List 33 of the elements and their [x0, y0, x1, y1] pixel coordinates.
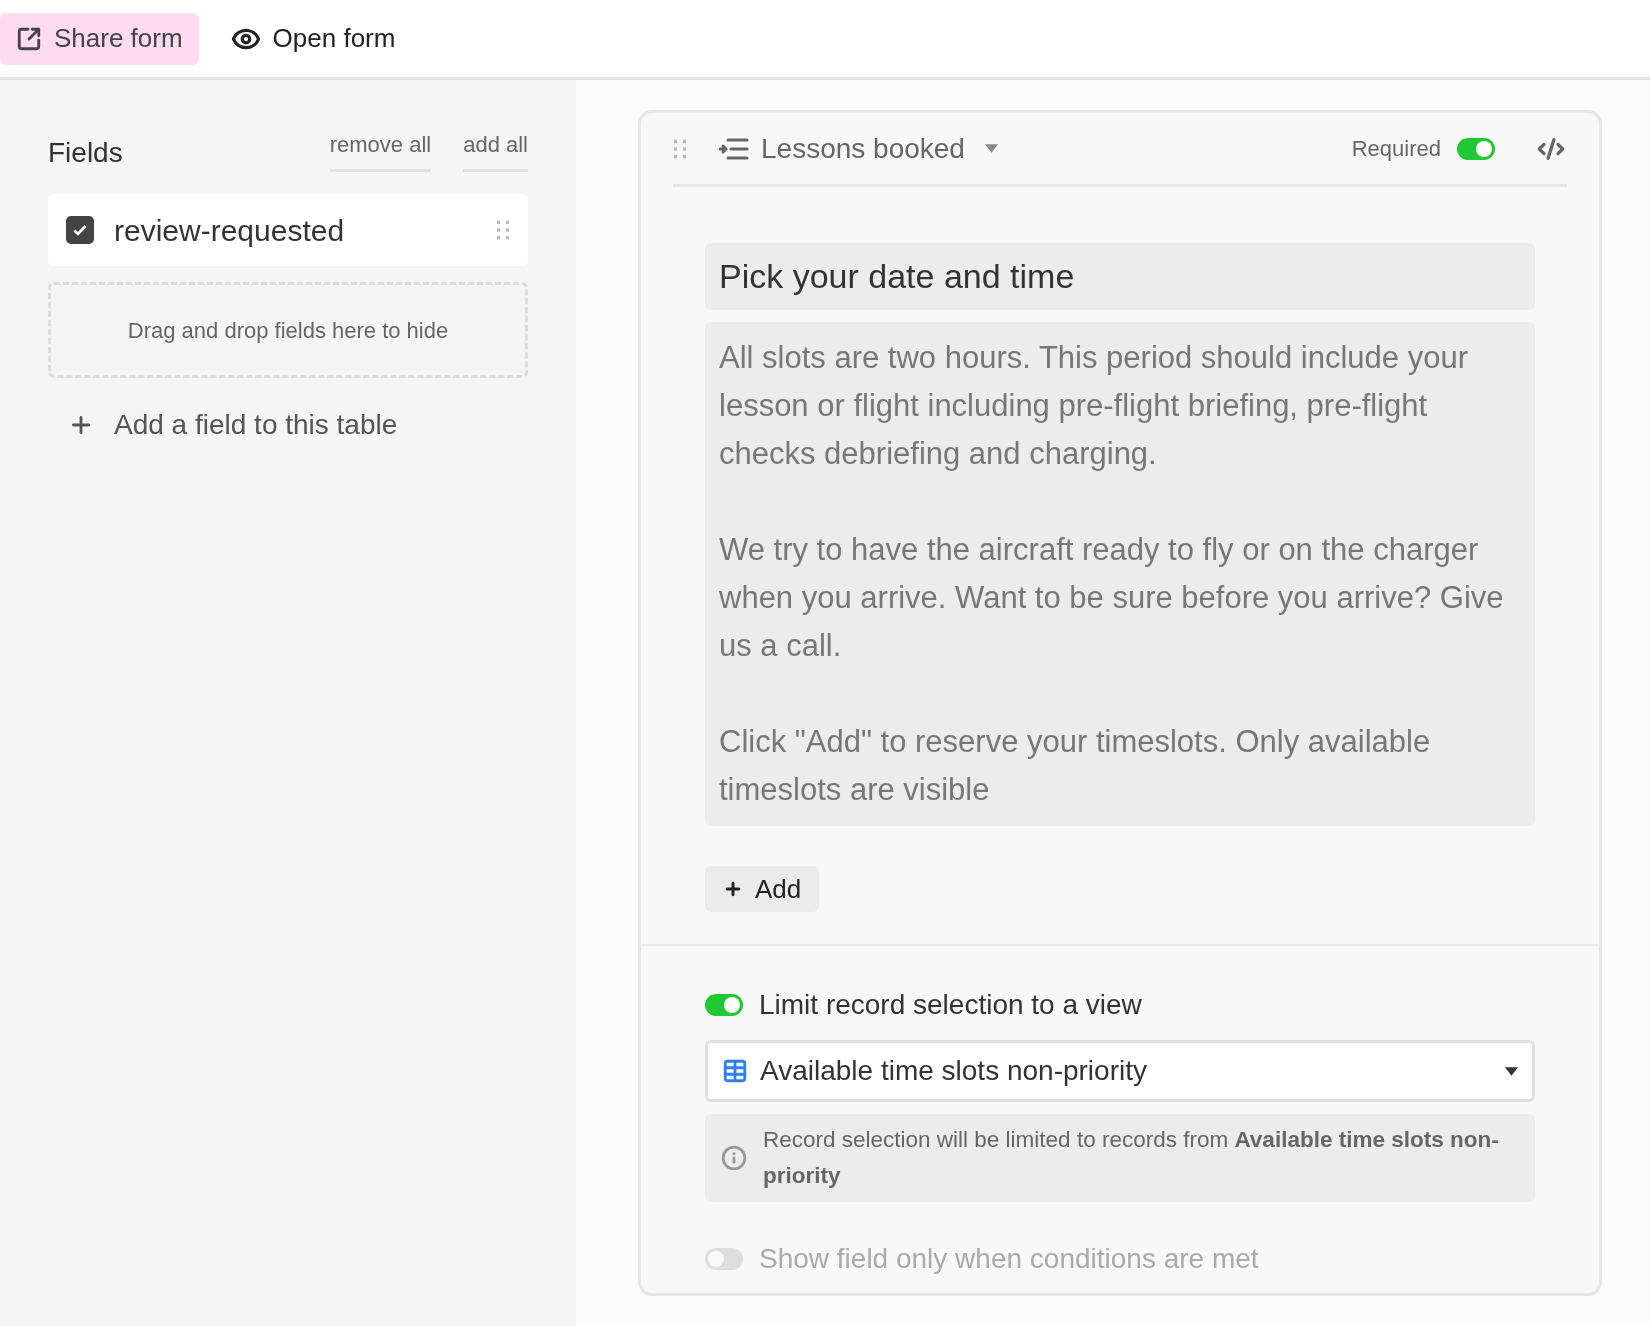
- option-label: Limit record selection to a view: [759, 988, 1142, 1022]
- share-form-button[interactable]: Share form: [0, 12, 199, 65]
- field-label: review-requested: [114, 212, 346, 249]
- description-paragraph: Click "Add" to reserve your timeslots. Only available timeslots are visible: [719, 723, 1432, 809]
- option-label: Show field only when conditions are met: [759, 1242, 1259, 1276]
- add-field-button[interactable]: Add a field to this table: [48, 404, 528, 446]
- description-paragraph: We try to have the aircraft ready to fly or on the charger when you arrive. Want to be sure before you arrive? Give us a call.: [719, 531, 1505, 665]
- view-select[interactable]: Available time slots non-priority: [705, 1040, 1535, 1102]
- field-row[interactable]: review-requested: [48, 194, 528, 266]
- add-button[interactable]: Add: [705, 866, 820, 912]
- list-icon: [719, 136, 749, 161]
- required-label: Required: [1351, 135, 1441, 163]
- drag-handle-icon[interactable]: [673, 137, 687, 160]
- toggle-switch[interactable]: [1457, 137, 1495, 160]
- field-action-link[interactable]: add all: [463, 128, 528, 172]
- fields-heading: Fields: [48, 136, 123, 170]
- toggle-switch[interactable]: [705, 994, 743, 1016]
- share-icon: [16, 25, 42, 52]
- checkbox[interactable]: [66, 216, 94, 244]
- info-icon: [721, 1145, 747, 1171]
- plus-icon: [723, 879, 743, 899]
- drag-handle-icon[interactable]: [496, 219, 510, 241]
- drop-zone: Drag and drop fields here to hide: [48, 282, 528, 378]
- field-action-link[interactable]: remove all: [329, 128, 432, 172]
- table-icon: [722, 1058, 748, 1084]
- title-field[interactable]: Pick your date and time: [705, 243, 1535, 310]
- caret-icon: [984, 144, 998, 153]
- info-text: Record selection will be limited to records from Available time slots non-priority: [763, 1126, 1500, 1190]
- field-type-dropdown[interactable]: Lessons booked: [719, 127, 998, 170]
- toggle-switch[interactable]: [705, 1248, 743, 1270]
- caret-icon: [1505, 1066, 1518, 1076]
- open-form-button[interactable]: Open form: [214, 12, 412, 65]
- description-paragraph: All slots are two hours. This period should include your lesson or flight including pre-flight briefing, pre-flight checks debriefing and charging.: [719, 339, 1469, 473]
